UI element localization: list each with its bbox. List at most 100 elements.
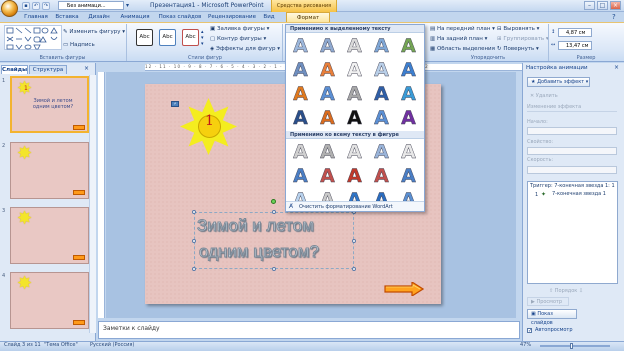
minimize-button[interactable]: – — [584, 1, 595, 10]
tab-view[interactable]: Вид — [259, 12, 279, 22]
arrow-shape[interactable] — [384, 282, 424, 296]
maximize-button[interactable]: □ — [597, 1, 608, 10]
tab-insert[interactable]: Вставка — [53, 12, 81, 22]
tab-animation[interactable]: Анимация — [116, 12, 154, 22]
tab-review[interactable]: Рецензирование — [206, 12, 258, 22]
remove-button[interactable]: ✕ Удалить — [530, 93, 558, 99]
animation-qat-combo[interactable]: Без анимаци... — [58, 1, 124, 10]
close-panel-icon[interactable]: × — [614, 64, 619, 71]
tab-design[interactable]: Дизайн — [85, 12, 113, 22]
wordart-style-selected-0-4[interactable]: A — [396, 35, 421, 57]
resize-handle[interactable] — [352, 267, 356, 271]
animation-item[interactable]: 7-конечная звезда 1 — [552, 191, 606, 198]
zoom-thumb[interactable] — [570, 343, 573, 349]
add-effect-button[interactable]: ★ Добавить эффект ▾ — [527, 77, 590, 87]
resize-handle[interactable] — [192, 210, 196, 214]
property-select[interactable] — [527, 147, 617, 155]
selection-pane-button[interactable]: ▦ Область выделения — [430, 46, 495, 52]
shape-outline-button[interactable]: ▢ Контур фигуры ▾ — [210, 36, 266, 42]
undo-icon[interactable]: ↶ — [32, 2, 40, 10]
resize-handle[interactable] — [272, 267, 276, 271]
align-button[interactable]: ⊟ Выровнять ▾ — [497, 26, 539, 32]
bring-to-front-button[interactable]: ▤ На передний план ▾ — [430, 26, 495, 32]
wordart-style-selected-2-3[interactable]: A — [369, 83, 394, 105]
redo-icon[interactable]: ↷ — [42, 2, 50, 10]
wordart-style-selected-3-1[interactable]: A — [315, 107, 340, 129]
wordart-style-selected-2-1[interactable]: A — [315, 83, 340, 105]
wordart-style-all-1-0[interactable]: A — [288, 165, 313, 187]
close-panel-icon[interactable]: × — [84, 65, 89, 72]
wordart-style-selected-1-0[interactable]: A — [288, 59, 313, 81]
notes-pane[interactable]: Заметки к слайду — [98, 321, 520, 339]
wordart-style-selected-1-2[interactable]: A — [342, 59, 367, 81]
send-back-label: На задний план — [436, 36, 483, 42]
send-to-back-button[interactable]: ▥ На задний план ▾ — [430, 36, 487, 42]
wordart-style-selected-1-1[interactable]: A — [315, 59, 340, 81]
wordart-style-selected-0-2[interactable]: A — [342, 35, 367, 57]
trigger-row[interactable]: Триггер: 7-конечная звезда 1: 1 — [530, 183, 615, 189]
reorder-controls[interactable]: ⇧ Порядок ⇩ — [549, 288, 583, 294]
resize-handle[interactable] — [272, 210, 276, 214]
office-button[interactable] — [1, 0, 18, 17]
wordart-style-selected-0-3[interactable]: A — [369, 35, 394, 57]
save-icon[interactable]: ▪ — [22, 2, 30, 10]
shape-style-3[interactable]: Abc — [182, 29, 199, 46]
shape-fill-button[interactable]: ▣ Заливка фигуры ▾ — [210, 26, 269, 32]
styles-scroll-icon[interactable]: ▴ ▾ ▾ — [201, 29, 204, 47]
wordart-style-selected-2-2[interactable]: A — [342, 83, 367, 105]
wordart-style-all-1-4[interactable]: A — [396, 165, 421, 187]
close-button[interactable]: × — [610, 1, 621, 10]
animation-trigger-icon[interactable]: ⚡ — [171, 101, 179, 107]
language[interactable]: Русский (Россия) — [90, 342, 134, 348]
tab-slideshow[interactable]: Показ слайдов — [157, 12, 203, 22]
tab-format[interactable]: Формат — [286, 12, 330, 22]
add-effect-label: Добавить эффект — [537, 79, 585, 85]
wordart-style-selected-3-0[interactable]: A — [288, 107, 313, 129]
resize-handle[interactable] — [192, 239, 196, 243]
wordart-style-selected-0-0[interactable]: A — [288, 35, 313, 57]
shape-style-2[interactable]: Abc — [159, 29, 176, 46]
tab-outline[interactable]: Структура — [29, 65, 67, 74]
wordart-style-selected-2-0[interactable]: A — [288, 83, 313, 105]
wordart-style-all-0-0[interactable]: A — [288, 141, 313, 163]
tab-home[interactable]: Главная — [22, 12, 50, 22]
wordart-style-all-0-2[interactable]: A — [342, 141, 367, 163]
height-field[interactable]: 4,87 см — [558, 28, 592, 37]
wordart-style-all-1-1[interactable]: A — [315, 165, 340, 187]
clear-wordart-button[interactable]: Очистить форматирование WordArt — [286, 201, 424, 211]
change-shape-button[interactable]: ✎ Изменить фигуру ▾ — [63, 29, 125, 35]
wordart-style-selected-3-3[interactable]: A — [369, 107, 394, 129]
wordart-style-selected-0-1[interactable]: A — [315, 35, 340, 57]
shape-style-1[interactable]: Abc — [136, 29, 153, 46]
wordart-style-all-0-3[interactable]: A — [369, 141, 394, 163]
resize-handle[interactable] — [352, 239, 356, 243]
wordart-style-selected-1-3[interactable]: A — [369, 59, 394, 81]
wordart-style-all-0-1[interactable]: A — [315, 141, 340, 163]
speed-select[interactable] — [527, 166, 617, 174]
zoom-level[interactable]: 47% — [520, 342, 531, 348]
group-button[interactable]: ⊞ Группировать ▾ — [497, 36, 549, 42]
wordart-style-all-1-2[interactable]: A — [342, 165, 367, 187]
wordart-style-selected-2-4[interactable]: A — [396, 83, 421, 105]
rotate-button[interactable]: ↻ Повернуть ▾ — [497, 46, 539, 52]
wordart-style-all-1-3[interactable]: A — [369, 165, 394, 187]
resize-handle[interactable] — [192, 267, 196, 271]
help-icon[interactable]: ? — [612, 13, 616, 21]
slideshow-button[interactable]: ▣ Показ слайдов — [527, 309, 577, 326]
shapes-gallery[interactable] — [4, 25, 62, 50]
preview-button[interactable]: ▶ Просмотр — [527, 297, 569, 306]
qat-dropdown-icon[interactable]: ▾ — [126, 2, 129, 9]
slides-scrollbar[interactable] — [89, 75, 96, 333]
wordart-style-selected-1-4[interactable]: A — [396, 59, 421, 81]
shape-effects-button[interactable]: ◈ Эффекты для фигур ▾ — [210, 46, 280, 52]
tab-slides[interactable]: Слайды — [1, 65, 28, 74]
wordart-style-selected-3-2[interactable]: A — [342, 107, 367, 129]
rotate-handle[interactable] — [271, 199, 276, 204]
width-field[interactable]: 13,47 см — [558, 41, 592, 50]
start-select[interactable] — [527, 127, 617, 135]
wordart-style-selected-3-4[interactable]: A — [396, 107, 421, 129]
zoom-slider[interactable] — [540, 345, 610, 347]
wordart-style-all-0-4[interactable]: A — [396, 141, 421, 163]
text-box-button[interactable]: ▭ Надпись — [63, 42, 95, 48]
autopreview-checkbox[interactable]: ✓ — [527, 328, 532, 334]
